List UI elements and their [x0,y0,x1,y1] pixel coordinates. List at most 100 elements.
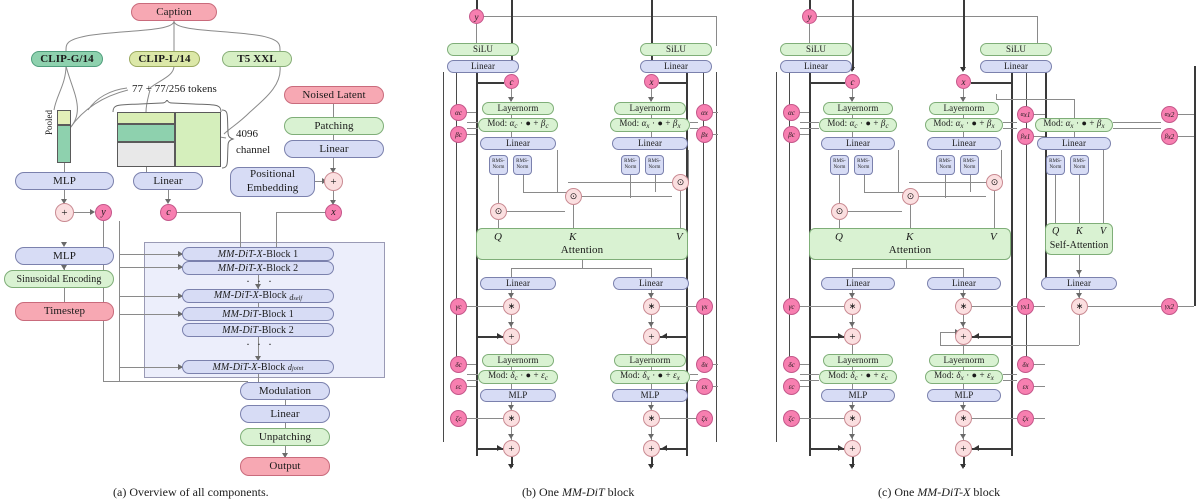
b-layernorm-c[interactable]: Layernorm [482,102,554,115]
c-linear-qkv-c[interactable]: Linear [821,137,895,150]
c-mod-mlp-c[interactable]: Mod: δc · ● + εc [819,370,897,384]
c-self-v: V [1100,226,1107,237]
node-timestep[interactable]: Timestep [15,302,114,321]
node-mlp-timestep[interactable]: MLP [15,247,114,265]
b-rmsnorm-x-q[interactable]: RMS- Norm [621,155,640,175]
b-add-res2-x: + [643,440,660,457]
c-self-q: Q [1052,226,1060,237]
c-linear-proj-x[interactable]: Linear [927,277,1001,290]
c-linear-qkv-self[interactable]: Linear [1037,137,1111,150]
node-unpatching[interactable]: Unpatching [240,428,330,446]
b-mod-c[interactable]: Mod: αc · ● + βc [478,118,558,132]
b-attention-box[interactable]: Attention [476,228,688,260]
context-tensor-left-mid [117,124,175,142]
b-mod-x-label: Mod: αx · ● + βx [619,118,681,131]
b-linear-proj-c[interactable]: Linear [480,277,556,290]
node-mlp-pooled[interactable]: MLP [15,172,114,190]
node-clip-g[interactable]: CLIP-G/14 [31,51,103,67]
c-layernorm-c[interactable]: Layernorm [823,102,893,115]
b-layernorm2-x[interactable]: Layernorm [614,354,686,367]
b-linear-mod-right[interactable]: Linear [640,60,712,73]
c-layernorm2-x[interactable]: Layernorm [929,354,999,367]
c-rmsnorm-self-k[interactable]: RMS- Norm [1070,155,1089,175]
block-label: MM-DiT-X-Block dself [213,289,303,302]
c-mlp-x[interactable]: MLP [927,389,1001,402]
rms-line2: Norm [1049,165,1062,170]
c-add-res2-c: + [844,440,861,457]
block-item-1[interactable]: MM-DiT-X-Block 1 [182,247,334,261]
node-clip-l[interactable]: CLIP-L/14 [129,51,200,67]
c-linear-mod-left[interactable]: Linear [780,60,852,73]
c-add-res1-c: + [844,328,861,345]
node-linear-out[interactable]: Linear [240,405,330,423]
c-linear-mod-right[interactable]: Linear [980,60,1052,73]
c-linear-proj-c[interactable]: Linear [821,277,895,290]
c-rmsnorm-x-k[interactable]: RMS- Norm [960,155,979,175]
c-mod-mlp-x[interactable]: Mod: δx · ● + εx [925,370,1003,384]
b-add-res1-x: + [643,328,660,345]
node-linear-context[interactable]: Linear [133,172,203,190]
node-output[interactable]: Output [240,457,330,476]
b-param-epsilon-c: εc [450,378,467,395]
c-rmsnorm-c-q[interactable]: RMS- Norm [830,155,849,175]
c-mod-mlp-x-label: Mod: δx · ● + εx [934,370,994,383]
rms-line2: Norm [516,165,529,170]
b-rmsnorm-c-k[interactable]: RMS- Norm [513,155,532,175]
c-selfattn-label: Self-Attention [1049,240,1109,251]
b-mlp-c[interactable]: MLP [480,389,556,402]
var-x-circle: x [325,204,342,221]
c-mlp-c[interactable]: MLP [821,389,895,402]
node-t5-xxl[interactable]: T5 XXL [222,51,292,67]
c-layernorm-x[interactable]: Layernorm [929,102,999,115]
c-mod-c[interactable]: Mod: αc · ● + βc [819,118,897,132]
b-linear-qkv-x[interactable]: Linear [612,137,688,150]
b-linear-qkv-c[interactable]: Linear [480,137,556,150]
c-param-beta-x2: β x2 [1161,128,1178,145]
b-silu-right[interactable]: SiLU [640,43,712,56]
block-label: MM-DiT-Block 1 [222,308,294,320]
c-rmsnorm-c-k[interactable]: RMS- Norm [854,155,873,175]
c-rmsnorm-x-q[interactable]: RMS- Norm [936,155,955,175]
block-item-2[interactable]: MM-DiT-X-Block 2 [182,261,334,275]
c-layernorm2-c[interactable]: Layernorm [823,354,893,367]
b-linear-proj-x[interactable]: Linear [613,277,689,290]
b-rmsnorm-x-k[interactable]: RMS- Norm [645,155,664,175]
b-linear-mod-left[interactable]: Linear [447,60,519,73]
b-mod-mlp-x[interactable]: Mod: δx · ● + εx [610,370,690,384]
node-sinusoidal-encoding[interactable]: Sinusoidal Encoding [4,270,114,288]
c-mod-selfattn[interactable]: Mod: αx · ● + βx [1035,118,1113,132]
c-mod-x[interactable]: Mod: αx · ● + βx [925,118,1003,132]
b-mul-zeta-x: ∗ [643,410,660,427]
node-noised-latent[interactable]: Noised Latent [284,86,384,104]
block-item-dself[interactable]: MM-DiT-X-Block dself [182,289,334,303]
c-mul-gamma-c: ∗ [844,298,861,315]
context-tensor-right [175,112,221,167]
block-item-3[interactable]: MM-DiT-Block 1 [182,307,334,321]
c-silu-left[interactable]: SiLU [780,43,852,56]
node-patching[interactable]: Patching [284,117,384,135]
caption-c-text: (c) One MM-DiT-X block [878,485,1001,499]
b-layernorm2-c[interactable]: Layernorm [482,354,554,367]
block-label: MM-DiT-X-Block 2 [217,262,299,274]
block-item-djoint[interactable]: MM-DiT-X-Block djoint [182,360,334,374]
node-modulation[interactable]: Modulation [240,382,330,400]
b-layernorm-x[interactable]: Layernorm [614,102,686,115]
c-odot-q: ⊙ [831,203,848,220]
block-item-4[interactable]: MM-DiT-Block 2 [182,323,334,337]
c-silu-right[interactable]: SiLU [980,43,1052,56]
pooled-add-circle: + [55,203,74,222]
c-linear-qkv-x[interactable]: Linear [927,137,1001,150]
node-caption[interactable]: Caption [131,3,217,21]
c-rmsnorm-self-q[interactable]: RMS- Norm [1046,155,1065,175]
b-rmsnorm-c-q[interactable]: RMS- Norm [489,155,508,175]
b-mod-x[interactable]: Mod: αx · ● + βx [610,118,690,132]
b-mlp-x[interactable]: MLP [612,389,688,402]
node-linear-latent[interactable]: Linear [284,140,384,158]
c-param-alpha-x1: α x1 [1017,106,1034,123]
c-linear-proj-self[interactable]: Linear [1041,277,1117,290]
b-odot-k: ⊙ [565,188,582,205]
b-mod-mlp-c[interactable]: Mod: δc · ● + εc [478,370,558,384]
b-silu-left[interactable]: SiLU [447,43,519,56]
b-attn-v: V [676,231,683,243]
node-positional-embedding[interactable]: Positional Embedding [230,167,315,197]
